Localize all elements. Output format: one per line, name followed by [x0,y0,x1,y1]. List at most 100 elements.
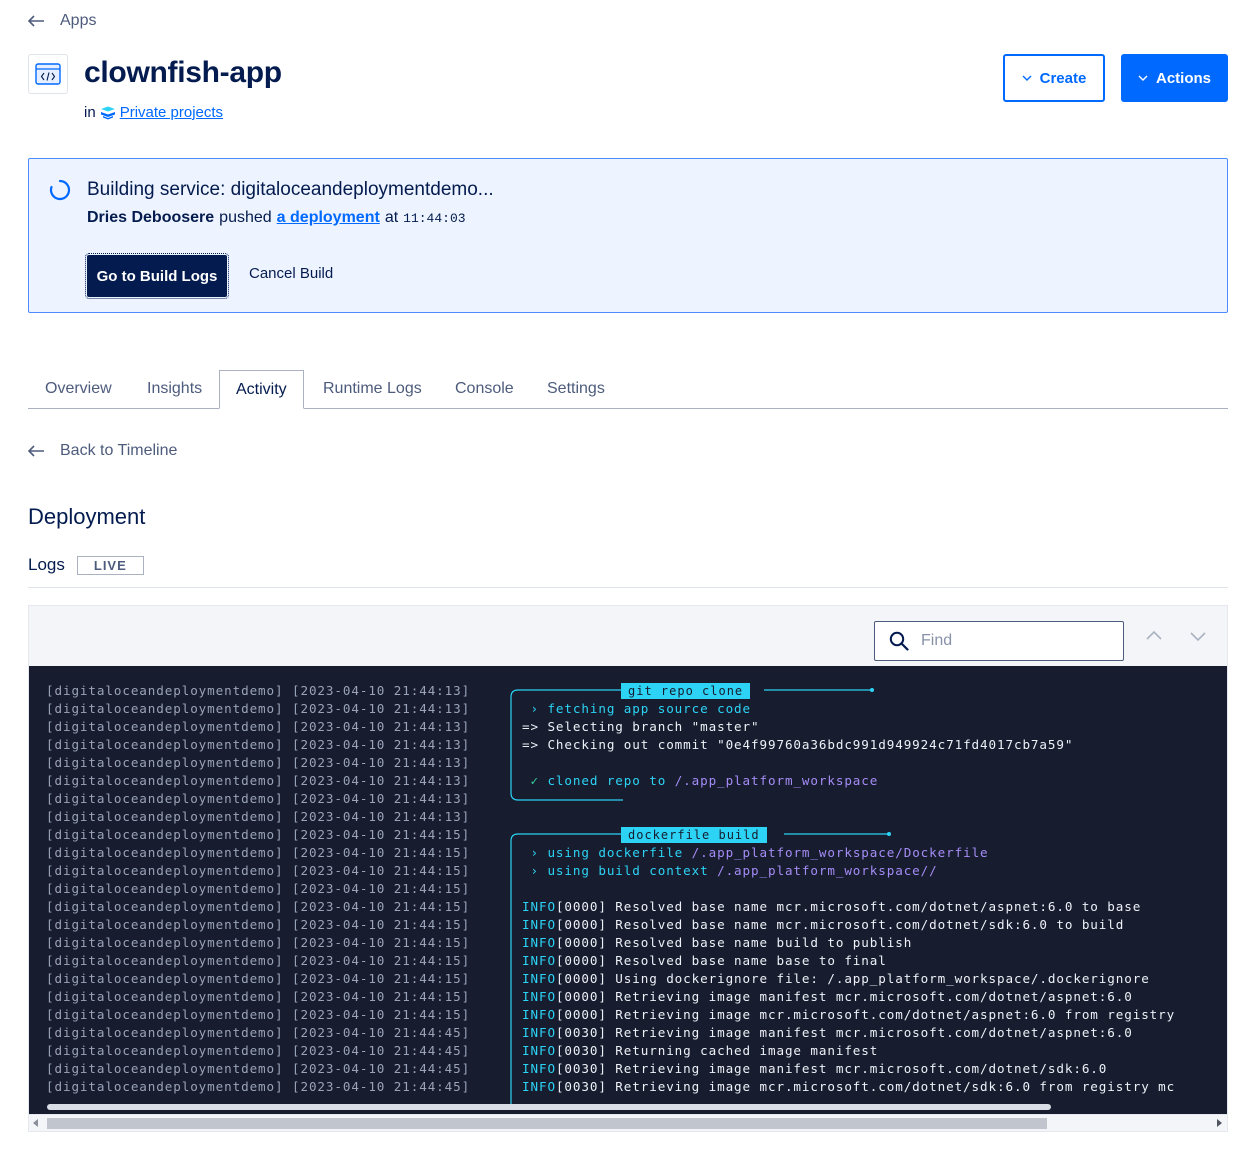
deployment-heading: Deployment [28,504,146,529]
log-line: [digitaloceandeploymentdemo] [2023-04-10… [46,754,470,772]
scroll-left-arrow-icon[interactable] [33,1119,38,1127]
log-line: [digitaloceandeploymentdemo] [2023-04-10… [46,808,470,826]
log-line: [digitaloceandeploymentdemo] [2023-04-10… [46,988,1132,1006]
loading-spinner-icon [49,179,71,201]
log-line-message: INFO[0030] Retrieving image mcr.microsof… [522,1078,1175,1096]
log-line: [digitaloceandeploymentdemo] [2023-04-10… [46,1006,1174,1024]
cancel-build-button[interactable]: Cancel Build [249,265,333,282]
actions-button[interactable]: Actions [1121,54,1228,102]
tab-runtime-logs[interactable]: Runtime Logs [323,370,422,409]
log-line: [digitaloceandeploymentdemo] [2023-04-10… [46,790,470,808]
create-button-label: Create [1039,69,1087,87]
log-text-segment: ✓ [522,773,548,788]
log-text-segment: [0000] Resolved base name mcr.microsoft.… [555,917,1125,932]
build-status-banner: Building service: digitaloceandeployment… [28,158,1228,313]
horizontal-scrollbar[interactable] [29,1114,1227,1131]
log-line-message: › fetching app source code [522,700,751,718]
log-text-segment: INFO [522,1079,556,1094]
at-label: at [384,209,399,226]
log-line-message: INFO[0000] Resolved base name build to p… [522,934,912,952]
back-to-apps-label: Apps [60,12,97,29]
log-line: [digitaloceandeploymentdemo] [2023-04-10… [46,844,988,862]
log-line-prefix: [digitaloceandeploymentdemo] [2023-04-10… [46,1043,471,1058]
log-line-message: › using dockerfile /.app_platform_worksp… [522,844,989,862]
log-text-segment: › using dockerfile [522,845,692,860]
back-to-timeline-link[interactable]: Back to Timeline [28,442,177,460]
arrow-left-icon [28,445,44,457]
log-text-segment: INFO [522,917,556,932]
log-line-prefix: [digitaloceandeploymentdemo] [2023-04-10… [46,1025,471,1040]
chevron-down-icon [1138,75,1148,81]
log-line-message: INFO[0030] Retrieving image manifest mcr… [522,1060,1107,1078]
tab-console[interactable]: Console [455,370,514,409]
log-line: [digitaloceandeploymentdemo] [2023-04-10… [46,898,1140,916]
log-line-message: INFO[0000] Resolved base name mcr.micros… [522,916,1124,934]
log-text-segment: [0030] Retrieving image manifest mcr.mic… [555,1025,1133,1040]
private-projects-link[interactable]: Private projects [120,104,223,121]
log-line-message: => Checking out commit "0e4f99760a36bdc9… [522,736,1073,754]
live-badge: LIVE [76,555,144,575]
project-layers-icon [100,106,115,119]
find-box[interactable] [874,621,1124,661]
build-status-title: Building service: digitaloceandeployment… [87,179,494,200]
log-line-message: INFO[0000] Retrieving image mcr.microsof… [522,1006,1175,1024]
log-text-segment: › using build context [522,863,718,878]
log-line-prefix: [digitaloceandeploymentdemo] [2023-04-10… [46,935,471,950]
build-status-details: Dries Deboosere pushed a deployment at 1… [87,209,466,227]
create-button[interactable]: Create [1003,54,1105,102]
log-line: [digitaloceandeploymentdemo] [2023-04-10… [46,934,911,952]
log-line: [digitaloceandeploymentdemo] [2023-04-10… [46,916,1123,934]
back-to-apps-link[interactable]: Apps [28,12,96,30]
arrow-left-icon [28,15,44,27]
log-line-prefix: [digitaloceandeploymentdemo] [2023-04-10… [46,755,471,770]
log-line-prefix: [digitaloceandeploymentdemo] [2023-04-10… [46,953,471,968]
chevron-down-icon [1022,75,1032,81]
log-line-prefix: [digitaloceandeploymentdemo] [2023-04-10… [46,917,471,932]
log-line: [digitaloceandeploymentdemo] [2023-04-10… [46,862,937,880]
deployment-link[interactable]: a deployment [277,209,380,227]
log-line-prefix: [digitaloceandeploymentdemo] [2023-04-10… [46,827,471,842]
tab-activity[interactable]: Activity [219,370,304,409]
log-line: [digitaloceandeploymentdemo] [2023-04-10… [46,1078,1174,1096]
log-text-segment: [0000] Resolved base name mcr.microsoft.… [555,899,1142,914]
log-text-segment: INFO [522,989,556,1004]
log-line-prefix: [digitaloceandeploymentdemo] [2023-04-10… [46,863,471,878]
git-repo-clone-label: git repo clone [621,683,751,699]
app-tabs: Overview Insights Activity Runtime Logs … [28,370,1228,409]
log-text-segment: [0000] Resolved base name base to final [555,953,887,968]
log-text-segment: INFO [522,1061,556,1076]
log-text-segment: => Selecting branch "master" [522,719,760,734]
log-line-message: INFO[0030] Returning cached image manife… [522,1042,878,1060]
log-line-prefix: [digitaloceandeploymentdemo] [2023-04-10… [46,683,471,698]
log-text-segment: [0030] Retrieving image mcr.microsoft.co… [555,1079,1176,1094]
log-line-message: INFO[0030] Retrieving image manifest mcr… [522,1024,1133,1042]
back-to-timeline-label: Back to Timeline [60,442,178,459]
tab-insights[interactable]: Insights [147,370,202,409]
app-title: clownfish-app [84,56,282,89]
log-text-segment: cloned repo to [547,773,675,788]
log-line: [digitaloceandeploymentdemo] [2023-04-10… [46,718,759,736]
logs-header: Logs LIVE [28,555,144,575]
log-terminal[interactable]: git repo clone dockerfile build [digital… [29,666,1227,1114]
log-line-prefix: [digitaloceandeploymentdemo] [2023-04-10… [46,1061,471,1076]
log-text-segment: [0000] Using dockerignore file: /.app_pl… [555,971,1150,986]
log-line-prefix: [digitaloceandeploymentdemo] [2023-04-10… [46,1079,471,1094]
log-text-segment: INFO [522,899,556,914]
previous-match-chevron-up-icon[interactable] [1144,626,1164,646]
tab-settings[interactable]: Settings [547,370,605,409]
find-input[interactable] [921,632,1111,650]
terminal-scrollbar[interactable] [47,1104,1051,1110]
tab-overview[interactable]: Overview [45,370,112,409]
log-line: [digitaloceandeploymentdemo] [2023-04-10… [46,1060,1106,1078]
go-to-build-logs-button[interactable]: Go to Build Logs [85,253,229,299]
log-line: [digitaloceandeploymentdemo] [2023-04-10… [46,880,470,898]
next-match-chevron-down-icon[interactable] [1188,626,1208,646]
horizontal-scroll-thumb[interactable] [47,1118,1047,1129]
log-line-message: ✓ cloned repo to /.app_platform_workspac… [522,772,878,790]
log-line: [digitaloceandeploymentdemo] [2023-04-10… [46,1042,877,1060]
scroll-right-arrow-icon[interactable] [1217,1119,1222,1127]
log-line-prefix: [digitaloceandeploymentdemo] [2023-04-10… [46,971,471,986]
logs-divider [28,587,1228,588]
logs-label: Logs [28,555,65,574]
log-line-prefix: [digitaloceandeploymentdemo] [2023-04-10… [46,791,471,806]
